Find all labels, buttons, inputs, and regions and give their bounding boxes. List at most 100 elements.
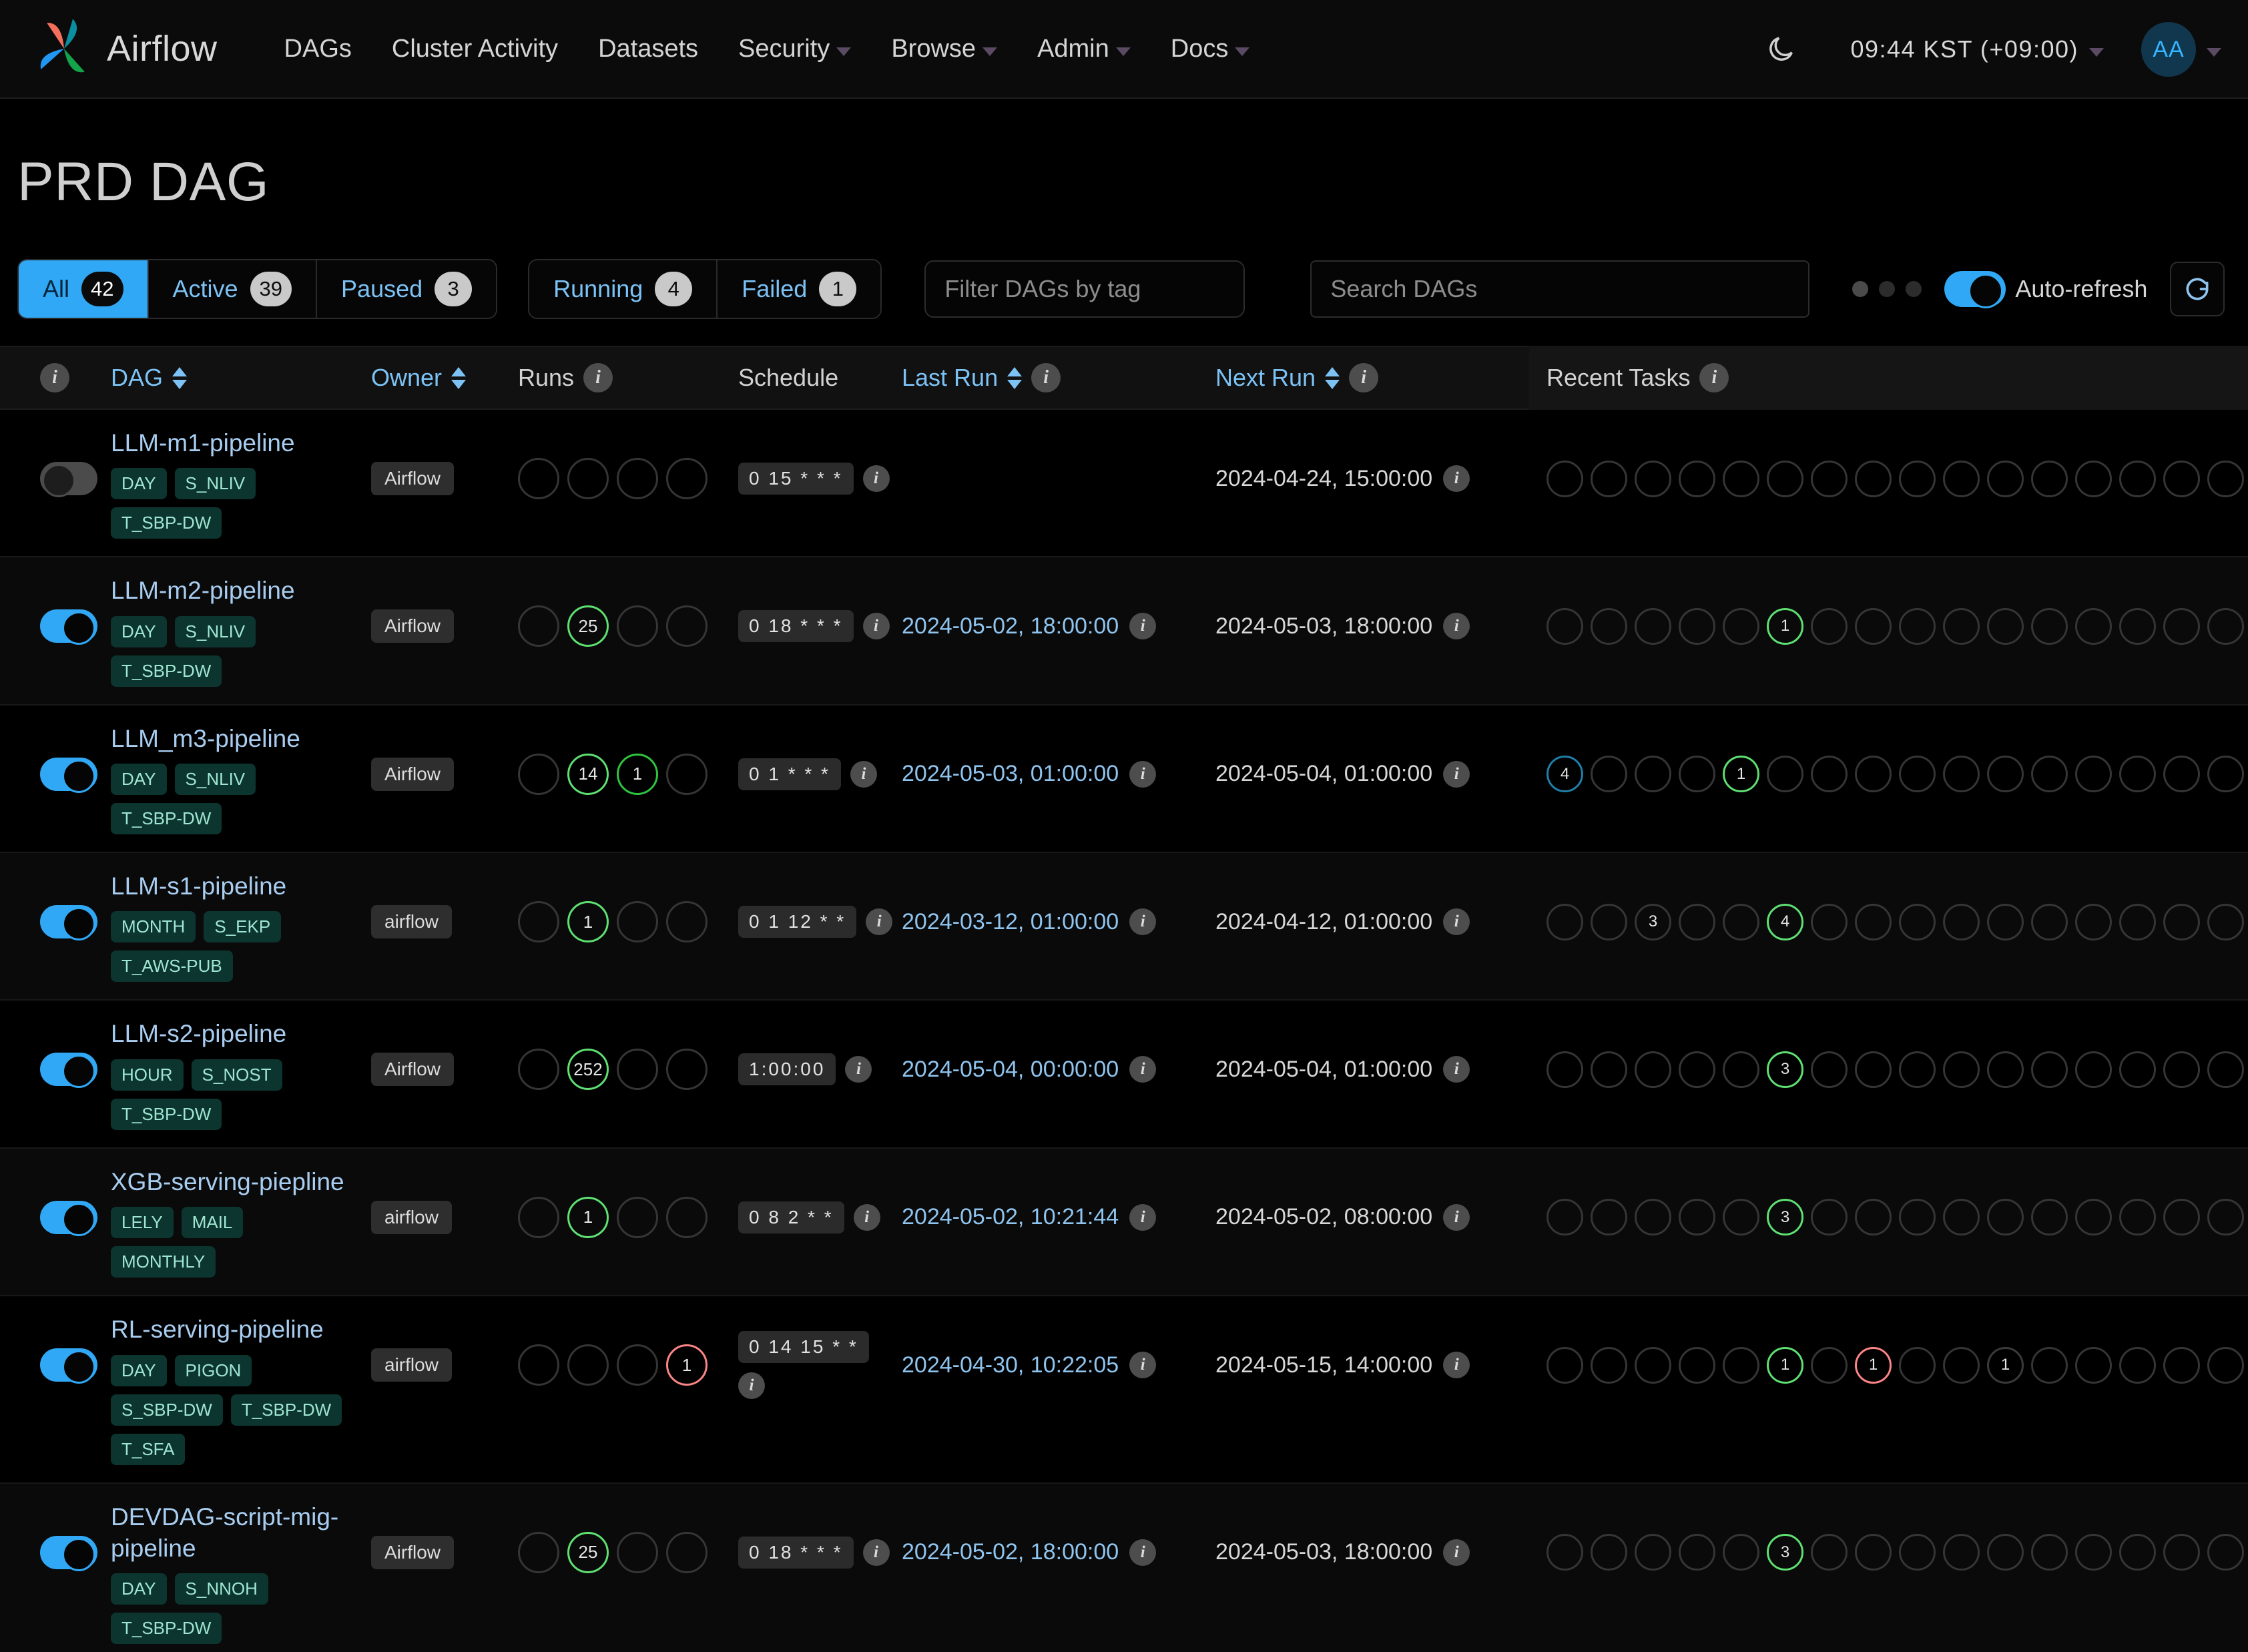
nav-item-docs[interactable]: Docs — [1151, 35, 1270, 63]
dag-tag[interactable]: S_NLIV — [175, 764, 256, 795]
dag-tag[interactable]: HOUR — [111, 1059, 184, 1091]
dag-pause-toggle[interactable] — [40, 758, 97, 791]
dag-tag[interactable]: S_EKP — [204, 911, 281, 942]
search-input[interactable]: Search DAGs — [1310, 260, 1809, 318]
dag-link[interactable]: XGB-serving-piepline — [111, 1166, 344, 1197]
info-icon[interactable]: i — [1443, 1204, 1470, 1231]
info-icon[interactable]: i — [1031, 363, 1061, 392]
dag-link[interactable]: LLM-m2-pipeline — [111, 575, 295, 606]
task-status-circle-success[interactable]: 3 — [1767, 1051, 1803, 1088]
info-icon[interactable]: i — [1129, 1204, 1156, 1231]
dag-pause-toggle[interactable] — [40, 905, 97, 938]
filter-active[interactable]: Active 39 — [149, 260, 318, 318]
dark-mode-moon-icon[interactable] — [1766, 33, 1797, 66]
owner-chip[interactable]: Airflow — [371, 609, 454, 643]
dag-link[interactable]: LLM_m3-pipeline — [111, 723, 300, 754]
dag-link[interactable]: LLM-s2-pipeline — [111, 1018, 286, 1049]
dag-tag[interactable]: S_NLIV — [175, 616, 256, 647]
filter-all[interactable]: All 42 — [19, 260, 149, 318]
user-menu[interactable]: AA — [2141, 22, 2221, 77]
task-status-circle-empty[interactable]: 3 — [1635, 904, 1671, 940]
info-icon[interactable]: i — [1129, 613, 1156, 639]
dag-tag[interactable]: DAY — [111, 1573, 167, 1605]
dag-pause-toggle[interactable] — [40, 1053, 97, 1086]
info-icon[interactable]: i — [850, 761, 877, 788]
filter-running[interactable]: Running 4 — [529, 260, 718, 318]
auto-refresh-toggle[interactable] — [1944, 271, 2006, 307]
info-icon[interactable]: i — [1443, 761, 1470, 788]
dag-pause-toggle[interactable] — [40, 1201, 97, 1234]
task-status-circle-success[interactable]: 4 — [1767, 904, 1803, 940]
last-run-timestamp[interactable]: 2024-05-04, 00:00:00 — [902, 1057, 1119, 1083]
dag-tag[interactable]: DAY — [111, 616, 167, 647]
dag-tag[interactable]: T_AWS-PUB — [111, 950, 233, 982]
task-status-circle-success[interactable]: 1 — [1767, 608, 1803, 645]
last-run-timestamp[interactable]: 2024-05-02, 18:00:00 — [902, 1539, 1119, 1565]
task-status-circle-failed[interactable]: 1 — [1855, 1347, 1892, 1384]
info-icon[interactable]: i — [1443, 465, 1470, 492]
run-status-circle-running[interactable]: 1 — [617, 754, 658, 795]
info-icon[interactable]: i — [583, 363, 613, 392]
tag-filter-input[interactable]: Filter DAGs by tag — [924, 260, 1245, 318]
sort-icon[interactable] — [1325, 367, 1340, 389]
info-icon[interactable]: i — [40, 363, 69, 392]
last-run-timestamp[interactable]: 2024-05-02, 10:21:44 — [902, 1204, 1119, 1230]
task-status-circle-queued[interactable]: 4 — [1547, 756, 1583, 792]
dag-tag[interactable]: MONTH — [111, 911, 196, 942]
dag-link[interactable]: LLM-m1-pipeline — [111, 427, 295, 459]
task-status-circle-success[interactable]: 3 — [1767, 1534, 1803, 1571]
owner-chip[interactable]: airflow — [371, 905, 452, 938]
info-icon[interactable]: i — [1129, 908, 1156, 935]
nav-item-datasets[interactable]: Datasets — [578, 35, 718, 63]
info-icon[interactable]: i — [1443, 1352, 1470, 1378]
dag-tag[interactable]: DAY — [111, 468, 167, 499]
last-run-timestamp[interactable]: 2024-03-12, 01:00:00 — [902, 909, 1119, 935]
info-icon[interactable]: i — [863, 465, 890, 492]
sort-icon[interactable] — [172, 367, 187, 389]
dag-tag[interactable]: T_SBP-DW — [111, 803, 222, 834]
info-icon[interactable]: i — [1443, 1539, 1470, 1566]
last-run-timestamp[interactable]: 2024-04-30, 10:22:05 — [902, 1352, 1119, 1378]
task-status-circle-success[interactable]: 1 — [1767, 1347, 1803, 1384]
timezone-selector[interactable]: 09:44 KST (+09:00) — [1850, 35, 2104, 63]
filter-failed[interactable]: Failed 1 — [718, 260, 880, 318]
brand-logo[interactable]: Airflow — [33, 18, 218, 79]
info-icon[interactable]: i — [863, 613, 890, 639]
dag-tag[interactable]: LELY — [111, 1207, 174, 1238]
run-status-circle-success[interactable]: 14 — [567, 754, 609, 795]
dag-pause-toggle[interactable] — [40, 1536, 97, 1569]
dag-tag[interactable]: S_SBP-DW — [111, 1394, 223, 1426]
owner-chip[interactable]: Airflow — [371, 1536, 454, 1569]
task-status-circle-success[interactable]: 1 — [1723, 756, 1759, 792]
header-next-run[interactable]: Next Run i — [1215, 363, 1529, 392]
info-icon[interactable]: i — [1129, 1352, 1156, 1378]
header-dag[interactable]: DAG — [111, 364, 371, 392]
header-owner[interactable]: Owner — [371, 364, 518, 392]
info-icon[interactable]: i — [845, 1056, 872, 1083]
dag-tag[interactable]: T_SBP-DW — [111, 1613, 222, 1644]
owner-chip[interactable]: Airflow — [371, 1053, 454, 1086]
run-status-circle-failed[interactable]: 1 — [666, 1344, 708, 1386]
info-icon[interactable]: i — [738, 1372, 765, 1399]
nav-item-admin[interactable]: Admin — [1017, 35, 1151, 63]
owner-chip[interactable]: Airflow — [371, 758, 454, 791]
info-icon[interactable]: i — [1129, 1539, 1156, 1566]
nav-item-dags[interactable]: DAGs — [264, 35, 372, 63]
owner-chip[interactable]: airflow — [371, 1348, 452, 1382]
info-icon[interactable]: i — [863, 1539, 890, 1566]
dag-tag[interactable]: S_NLIV — [175, 468, 256, 499]
info-icon[interactable]: i — [1443, 908, 1470, 935]
owner-chip[interactable]: Airflow — [371, 462, 454, 495]
info-icon[interactable]: i — [1129, 761, 1156, 788]
dag-pause-toggle[interactable] — [40, 609, 97, 643]
refresh-button[interactable] — [2170, 262, 2225, 316]
info-icon[interactable]: i — [1443, 613, 1470, 639]
dag-tag[interactable]: T_SBP-DW — [111, 655, 222, 687]
info-icon[interactable]: i — [854, 1204, 880, 1231]
dag-link[interactable]: LLM-s1-pipeline — [111, 870, 286, 902]
info-icon[interactable]: i — [1129, 1056, 1156, 1083]
dag-tag[interactable]: T_SBP-DW — [111, 507, 222, 539]
dag-tag[interactable]: T_SBP-DW — [111, 1099, 222, 1130]
dag-tag[interactable]: MONTHLY — [111, 1246, 216, 1278]
nav-item-browse[interactable]: Browse — [871, 35, 1017, 63]
